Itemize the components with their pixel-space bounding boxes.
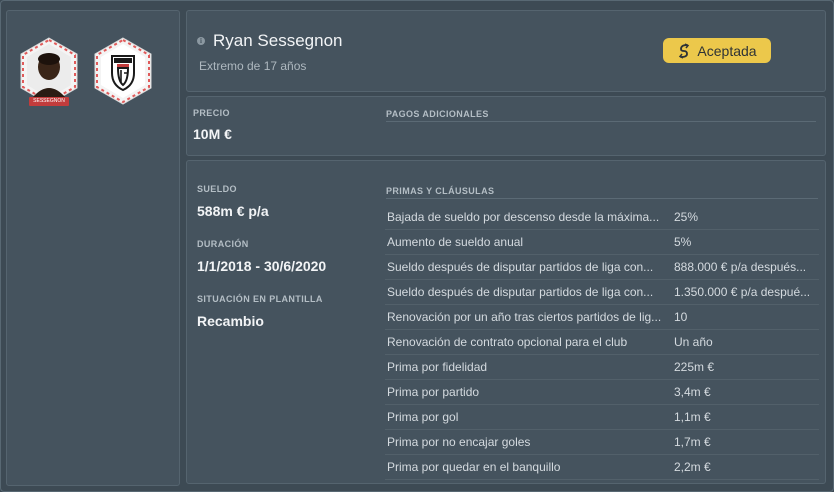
clause-row[interactable]: Bajada de sueldo por descenso desde la m… bbox=[385, 205, 819, 230]
handshake-icon bbox=[679, 42, 690, 59]
player-name-row: i Ryan Sessegnon bbox=[197, 31, 342, 51]
price-panel: PRECIO 10M € PAGOS ADICIONALES bbox=[186, 96, 826, 156]
clause-name: Prima por partido bbox=[387, 385, 480, 399]
clause-row[interactable]: Prima por gol 1,1m € bbox=[385, 405, 819, 430]
duration-value: 1/1/2018 - 30/6/2020 bbox=[197, 258, 327, 274]
clause-row[interactable]: Prima por fidelidad 225m € bbox=[385, 355, 819, 380]
clause-value: 5% bbox=[674, 235, 692, 249]
additional-payments-label: PAGOS ADICIONALES bbox=[386, 109, 489, 119]
clause-name: Sueldo después de disputar partidos de l… bbox=[387, 285, 654, 299]
clause-value: 225m € bbox=[674, 360, 715, 374]
player-name[interactable]: Ryan Sessegnon bbox=[213, 31, 342, 51]
wage-label: SUELDO bbox=[197, 184, 237, 194]
fulham-crest-icon bbox=[94, 37, 152, 105]
clause-value: 10 bbox=[674, 310, 688, 324]
clause-row[interactable]: Renovación de contrato opcional para el … bbox=[385, 330, 819, 355]
clause-name: Prima por fidelidad bbox=[387, 360, 488, 374]
clause-row[interactable]: Prima por partido 3,4m € bbox=[385, 380, 819, 405]
clause-value: 1.350.000 € p/a despué... bbox=[674, 285, 811, 299]
clause-name: Prima por quedar en el banquillo bbox=[387, 460, 561, 474]
clause-row[interactable]: Renovación por un año tras ciertos parti… bbox=[385, 305, 819, 330]
squad-status-value: Recambio bbox=[197, 313, 264, 329]
clause-name: Renovación de contrato opcional para el … bbox=[387, 335, 628, 349]
status-accepted-label: Aceptada bbox=[697, 42, 757, 59]
clause-value: 3,4m € bbox=[674, 385, 711, 399]
club-crest[interactable] bbox=[93, 37, 153, 105]
player-photo-frame bbox=[20, 37, 78, 105]
clause-value: 25% bbox=[674, 210, 699, 224]
player-photo-tag: SESSEGNON bbox=[29, 97, 69, 106]
additional-payments-divider bbox=[386, 121, 816, 122]
clause-name: Prima por gol bbox=[387, 410, 459, 424]
clause-name: Bajada de sueldo por descenso desde la m… bbox=[387, 210, 660, 224]
price-value: 10M € bbox=[193, 126, 232, 142]
player-photo-tag-text: SESSEGNON bbox=[33, 98, 65, 104]
clause-name: Sueldo después de disputar partidos de l… bbox=[387, 260, 654, 274]
clauses-title: PRIMAS Y CLÁUSULAS bbox=[386, 186, 495, 196]
clause-name: Renovación por un año tras ciertos parti… bbox=[387, 310, 662, 324]
wage-value: 588m € p/a bbox=[197, 203, 269, 219]
player-header-panel: i Ryan Sessegnon Extremo de 17 años Acep… bbox=[186, 10, 826, 92]
clause-row[interactable]: Prima por no encajar goles 1,7m € bbox=[385, 430, 819, 455]
contract-panel: SUELDO 588m € p/a DURACIÓN 1/1/2018 - 30… bbox=[186, 160, 826, 484]
clause-row[interactable]: Sueldo después de disputar partidos de l… bbox=[385, 255, 819, 280]
clause-value: 1,1m € bbox=[674, 410, 711, 424]
clause-row[interactable]: Sueldo después de disputar partidos de l… bbox=[385, 280, 819, 305]
clause-value: 2,2m € bbox=[674, 460, 711, 474]
clause-name: Aumento de sueldo anual bbox=[387, 235, 524, 249]
clause-value: 888.000 € p/a después... bbox=[674, 260, 807, 274]
info-icon[interactable]: i bbox=[197, 37, 205, 45]
status-accepted-button[interactable]: Aceptada bbox=[663, 38, 771, 63]
duration-label: DURACIÓN bbox=[197, 239, 249, 249]
clause-row[interactable]: Prima por quedar en el banquillo 2,2m € bbox=[385, 455, 819, 480]
player-photo[interactable]: SESSEGNON bbox=[19, 37, 79, 106]
clause-name: Prima por no encajar goles bbox=[387, 435, 531, 449]
price-label: PRECIO bbox=[193, 108, 230, 118]
clause-row[interactable]: Aumento de sueldo anual 5% bbox=[385, 230, 819, 255]
clauses-table: Bajada de sueldo por descenso desde la m… bbox=[385, 205, 819, 480]
clause-value: Un año bbox=[674, 335, 713, 349]
squad-status-label: SITUACIÓN EN PLANTILLA bbox=[197, 294, 323, 304]
player-subtitle: Extremo de 17 años bbox=[199, 59, 307, 73]
clause-value: 1,7m € bbox=[674, 435, 711, 449]
clauses-divider bbox=[386, 198, 818, 199]
